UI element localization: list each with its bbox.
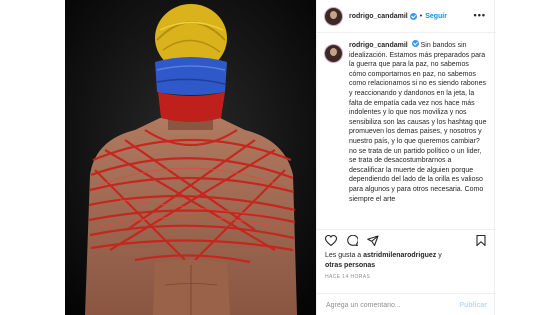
heart-icon[interactable]: [325, 235, 337, 246]
post-photo-artwork: [65, 0, 316, 315]
post-image[interactable]: [65, 0, 316, 315]
caption-section: rodrigo_candamil Sin bandos sin idealiza…: [317, 40, 496, 228]
post-header: rodrigo_candamil • Seguir •••: [317, 0, 496, 33]
post-side-panel: rodrigo_candamil • Seguir ••• rodrigo_ca…: [316, 0, 496, 315]
liked-by-user-link[interactable]: astridmilenarodriguez: [363, 252, 436, 259]
likes-connector: y: [436, 252, 442, 259]
follow-button[interactable]: Seguir: [425, 13, 447, 20]
likes-summary: Les gusta a astridmilenarodriguez y otra…: [325, 251, 490, 271]
caption-username[interactable]: rodrigo_candamil: [349, 42, 408, 49]
verified-badge-icon: [409, 12, 417, 20]
likes-prefix: Les gusta a: [325, 252, 364, 259]
action-icons: [325, 235, 379, 246]
more-options-icon[interactable]: •••: [474, 11, 486, 20]
others-link[interactable]: otras personas: [325, 262, 375, 269]
comment-input[interactable]: [326, 301, 436, 309]
share-icon[interactable]: [367, 235, 379, 246]
instagram-post-viewer: rodrigo_candamil • Seguir ••• rodrigo_ca…: [0, 0, 560, 315]
caption-avatar[interactable]: [324, 44, 343, 63]
actions-section: Les gusta a astridmilenarodriguez y otra…: [317, 229, 496, 315]
verified-badge-icon: [411, 40, 419, 47]
comment-icon[interactable]: [346, 235, 358, 246]
post-timestamp[interactable]: HACE 14 HORAS: [325, 274, 370, 280]
publish-button[interactable]: Publicar: [459, 302, 487, 309]
avatar[interactable]: [324, 6, 343, 26]
caption: rodrigo_candamil Sin bandos sin idealiza…: [349, 40, 487, 228]
username-link[interactable]: rodrigo_candamil: [349, 13, 408, 20]
separator-dot: •: [419, 12, 423, 20]
bookmark-icon[interactable]: [476, 235, 486, 246]
comment-form: Publicar: [317, 293, 496, 315]
caption-text: Sin bandos sin idealización. Estamos más…: [349, 42, 487, 203]
